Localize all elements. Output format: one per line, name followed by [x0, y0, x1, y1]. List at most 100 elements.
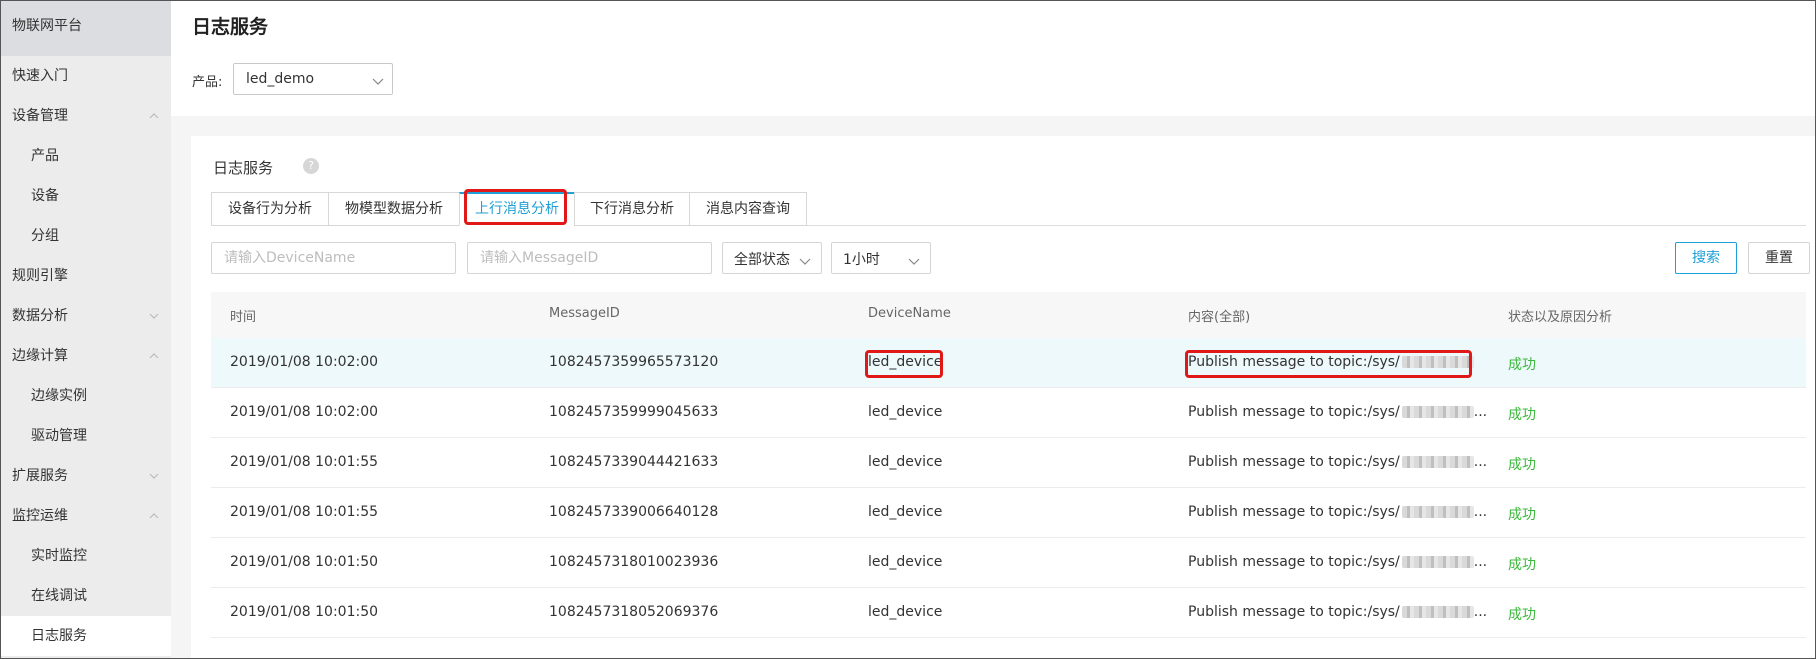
cell-time: 2019/01/08 10:02:00 [230, 354, 379, 370]
cell-device-name[interactable]: led_device [868, 504, 942, 520]
cell-content[interactable]: Publish message to topic:/sys/... [1188, 454, 1487, 470]
cell-time: 2019/01/08 10:01:50 [230, 554, 379, 570]
sidebar-item-edge-instance[interactable]: 边缘实例 [0, 376, 171, 416]
chevron-up-icon [149, 111, 159, 121]
chevron-up-icon [149, 351, 159, 361]
tab-device-behavior[interactable]: 设备行为分析 [211, 192, 329, 226]
table-row[interactable]: 2019/01/08 10:01:55 1082457339006640128 … [211, 488, 1806, 538]
table-row[interactable]: 2019/01/08 10:01:50 1082457318010023936 … [211, 538, 1806, 588]
cell-device-name[interactable]: led_device [868, 554, 942, 570]
page-title: 日志服务 [192, 16, 269, 38]
sidebar-item-label: 设备 [31, 188, 59, 204]
cell-content[interactable]: Publish message to topic:/sys/ [1188, 354, 1474, 370]
sidebar-item-device-management[interactable]: 设备管理 [0, 96, 171, 136]
content-text: Publish message to topic:/sys/ [1188, 454, 1400, 470]
cell-content[interactable]: Publish message to topic:/sys/... [1188, 604, 1487, 620]
sidebar-item-driver-management[interactable]: 驱动管理 [0, 416, 171, 456]
sidebar-item-device[interactable]: 设备 [0, 176, 171, 216]
search-button[interactable]: 搜索 [1675, 242, 1737, 274]
column-header-content: 内容(全部) [1188, 310, 1251, 325]
cell-content[interactable]: Publish message to topic:/sys/... [1188, 554, 1487, 570]
message-id-input-wrap [467, 242, 712, 274]
table-row[interactable]: 2019/01/08 10:02:00 1082457359999045633 … [211, 388, 1806, 438]
sidebar-item-data-analysis[interactable]: 数据分析 [0, 296, 171, 336]
tab-downstream-message[interactable]: 下行消息分析 [574, 192, 690, 226]
cell-device-name[interactable]: led_device [868, 404, 942, 420]
tab-thing-model-data[interactable]: 物模型数据分析 [328, 192, 460, 226]
help-icon[interactable]: ? [303, 158, 319, 174]
table-row[interactable]: 2019/01/08 10:02:00 1082457359965573120 … [211, 338, 1806, 388]
cell-content[interactable]: Publish message to topic:/sys/... [1188, 404, 1487, 420]
ellipsis: ... [1473, 404, 1488, 420]
cell-message-id: 1082457339044421633 [549, 454, 719, 470]
cell-device-name[interactable]: led_device [868, 354, 942, 370]
cell-status: 成功 [1508, 407, 1536, 423]
content-text: Publish message to topic:/sys/ [1188, 354, 1400, 370]
ellipsis: ... [1473, 604, 1488, 620]
ellipsis: ... [1473, 454, 1488, 470]
device-name-input[interactable] [212, 243, 455, 273]
sidebar: 物联网平台 快速入门 设备管理 产品 设备 分组 规则引擎 数据分析 边缘计算 … [0, 0, 171, 659]
content-text: Publish message to topic:/sys/ [1188, 504, 1400, 520]
sidebar-item-realtime-monitor[interactable]: 实时监控 [0, 536, 171, 576]
sidebar-item-edge-computing[interactable]: 边缘计算 [0, 336, 171, 376]
sidebar-item-label: 数据分析 [12, 308, 68, 324]
reset-button[interactable]: 重置 [1748, 242, 1810, 274]
column-header-time: 时间 [230, 310, 257, 325]
redacted-text [1401, 506, 1474, 518]
table-row[interactable]: 2019/01/08 10:01:50 1082457318052069376 … [211, 588, 1806, 638]
sidebar-item-extension-services[interactable]: 扩展服务 [0, 456, 171, 496]
message-id-input[interactable] [468, 243, 711, 273]
sidebar-item-label: 日志服务 [31, 628, 87, 644]
cell-message-id: 1082457359965573120 [549, 354, 719, 370]
device-name-input-wrap [211, 242, 456, 274]
product-label: 产品: [192, 75, 223, 90]
time-range-value: 1小时 [843, 252, 880, 268]
cell-message-id: 1082457318010023936 [549, 554, 719, 570]
sidebar-item-label: 在线调试 [31, 588, 87, 604]
cell-device-name[interactable]: led_device [868, 454, 942, 470]
chevron-down-icon [372, 74, 384, 90]
main-content: 日志服务 产品: led_demo 日志服务 ? 设备行为分析 物模型数据分析 … [171, 0, 1816, 659]
redacted-text [1401, 406, 1474, 418]
sidebar-item-monitoring[interactable]: 监控运维 [0, 496, 171, 536]
sidebar-item-label: 监控运维 [12, 508, 68, 524]
sidebar-item-quickstart[interactable]: 快速入门 [0, 56, 171, 96]
tab-message-content-query[interactable]: 消息内容查询 [689, 192, 807, 226]
cell-content[interactable]: Publish message to topic:/sys/... [1188, 504, 1487, 520]
cell-status: 成功 [1508, 557, 1536, 573]
sidebar-item-label: 驱动管理 [31, 428, 87, 444]
cell-time: 2019/01/08 10:01:55 [230, 454, 379, 470]
sidebar-brand: 物联网平台 [0, 0, 171, 56]
chevron-down-icon [149, 311, 159, 321]
time-range-select[interactable]: 1小时 [831, 242, 931, 274]
cell-status: 成功 [1508, 457, 1536, 473]
sidebar-item-rule-engine[interactable]: 规则引擎 [0, 256, 171, 296]
cell-message-id: 1082457359999045633 [549, 404, 719, 420]
product-select[interactable]: led_demo [233, 63, 393, 95]
cell-message-id: 1082457339006640128 [549, 504, 719, 520]
cell-device-name[interactable]: led_device [868, 604, 942, 620]
cell-status: 成功 [1508, 607, 1536, 623]
cell-status: 成功 [1508, 357, 1536, 373]
redacted-text [1401, 556, 1474, 568]
redacted-text [1401, 356, 1474, 368]
redacted-text [1401, 606, 1474, 618]
tab-upstream-message[interactable]: 上行消息分析 [459, 192, 575, 226]
sidebar-item-group[interactable]: 分组 [0, 216, 171, 256]
content-text: Publish message to topic:/sys/ [1188, 604, 1400, 620]
message-table: 时间 MessageID DeviceName 内容(全部) 状态以及原因分析 … [211, 292, 1806, 638]
table-header: 时间 MessageID DeviceName 内容(全部) 状态以及原因分析 [211, 292, 1806, 338]
status-select[interactable]: 全部状态 [722, 242, 822, 274]
sidebar-item-online-debug[interactable]: 在线调试 [0, 576, 171, 616]
sidebar-item-product[interactable]: 产品 [0, 136, 171, 176]
table-row[interactable]: 2019/01/08 10:01:55 1082457339044421633 … [211, 438, 1806, 488]
sidebar-item-log-service[interactable]: 日志服务 [0, 616, 171, 656]
product-select-value: led_demo [246, 71, 315, 87]
chevron-down-icon [908, 254, 920, 270]
cell-time: 2019/01/08 10:01:55 [230, 504, 379, 520]
sidebar-item-label: 边缘计算 [12, 348, 68, 364]
sidebar-item-label: 扩展服务 [12, 468, 68, 484]
sidebar-item-label: 实时监控 [31, 548, 87, 564]
cell-time: 2019/01/08 10:02:00 [230, 404, 379, 420]
